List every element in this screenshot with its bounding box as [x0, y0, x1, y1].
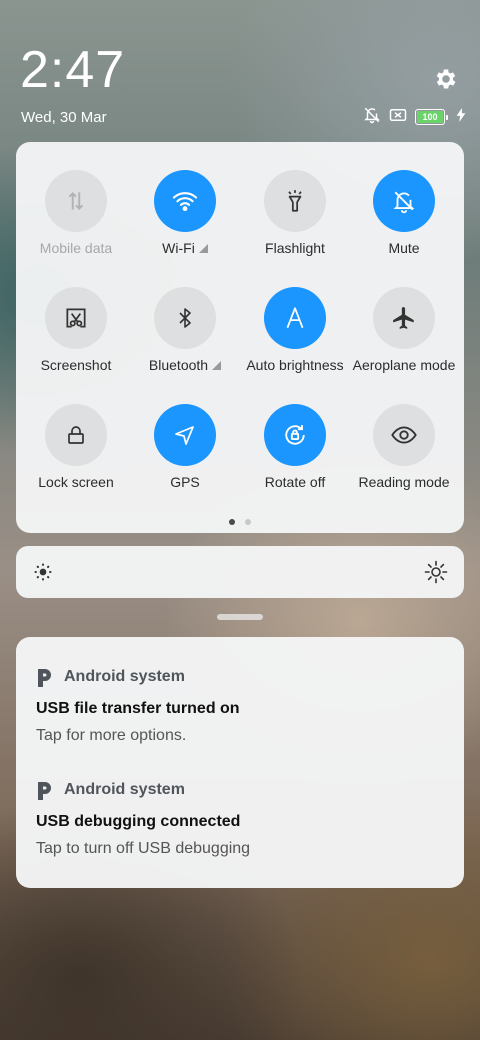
notification-usb-debugging[interactable]: Android system USB debugging connected T…	[36, 780, 446, 858]
notification-title: USB debugging connected	[36, 813, 241, 830]
gps-icon	[154, 404, 216, 466]
screenshot-icon	[45, 287, 107, 349]
tile-auto-brightness[interactable]: Auto brightness	[240, 287, 350, 397]
notification-body: Tap to turn off USB debugging	[36, 840, 251, 857]
alarm-off-icon	[363, 106, 381, 129]
tile-rotate-off[interactable]: Rotate off	[240, 404, 350, 514]
tile-mute[interactable]: Mute	[349, 170, 459, 280]
tile-label: Mute	[388, 240, 420, 256]
tile-screenshot[interactable]: Screenshot	[21, 287, 131, 397]
wifi-icon	[154, 170, 216, 232]
status-icons: 100	[363, 106, 466, 129]
brightness-high-icon	[424, 560, 448, 589]
brightness-slider[interactable]	[16, 546, 464, 598]
tile-bluetooth[interactable]: Bluetooth	[130, 287, 240, 397]
tile-gps[interactable]: GPS	[130, 404, 240, 514]
tile-flashlight[interactable]: Flashlight	[240, 170, 350, 280]
lock-icon	[45, 404, 107, 466]
notification-usb-file-transfer[interactable]: Android system USB file transfer turned …	[36, 667, 446, 745]
page-dot-active[interactable]	[229, 519, 235, 525]
bluetooth-icon	[154, 287, 216, 349]
no-sim-icon	[389, 107, 407, 128]
tile-aeroplane-mode[interactable]: Aeroplane mode	[349, 287, 459, 397]
page-indicator	[16, 519, 464, 525]
tile-label: Wi-Fi	[162, 240, 195, 256]
rotate-lock-icon	[264, 404, 326, 466]
page-dot[interactable]	[245, 519, 251, 525]
eye-icon	[373, 404, 435, 466]
android-system-app-icon	[38, 669, 51, 687]
notification-body: Tap for more options.	[36, 727, 187, 744]
aeroplane-icon	[373, 287, 435, 349]
notification-app-name: Android system	[64, 668, 185, 685]
mobile-data-icon	[45, 170, 107, 232]
battery-level: 100	[417, 111, 443, 123]
flashlight-icon	[264, 170, 326, 232]
auto-brightness-icon	[264, 287, 326, 349]
tile-label: Reading mode	[358, 474, 450, 490]
quick-settings-panel: Mobile data Wi-Fi Flashlight Mute Screen…	[16, 142, 464, 533]
mute-bell-icon	[373, 170, 435, 232]
battery-icon: 100	[415, 109, 448, 125]
expand-triangle-icon	[212, 361, 222, 370]
tile-wifi[interactable]: Wi-Fi	[130, 170, 240, 280]
tile-reading-mode[interactable]: Reading mode	[349, 404, 459, 514]
notification-panel: Android system USB file transfer turned …	[16, 637, 464, 888]
android-system-app-icon	[38, 782, 51, 800]
charging-icon	[456, 107, 466, 127]
date[interactable]: Wed, 30 Mar	[21, 109, 107, 126]
brightness-low-icon	[33, 562, 53, 587]
tile-label: Bluetooth	[148, 357, 209, 373]
tile-label: Aeroplane mode	[352, 357, 456, 373]
tile-mobile-data[interactable]: Mobile data	[21, 170, 131, 280]
tile-lock-screen[interactable]: Lock screen	[21, 404, 131, 514]
notification-app-name: Android system	[64, 781, 185, 798]
settings-gear-icon[interactable]	[433, 66, 459, 92]
notification-title: USB file transfer turned on	[36, 700, 240, 717]
shade-drag-handle[interactable]	[217, 614, 263, 620]
clock[interactable]: 2:47	[20, 40, 125, 100]
expand-triangle-icon	[198, 244, 208, 253]
